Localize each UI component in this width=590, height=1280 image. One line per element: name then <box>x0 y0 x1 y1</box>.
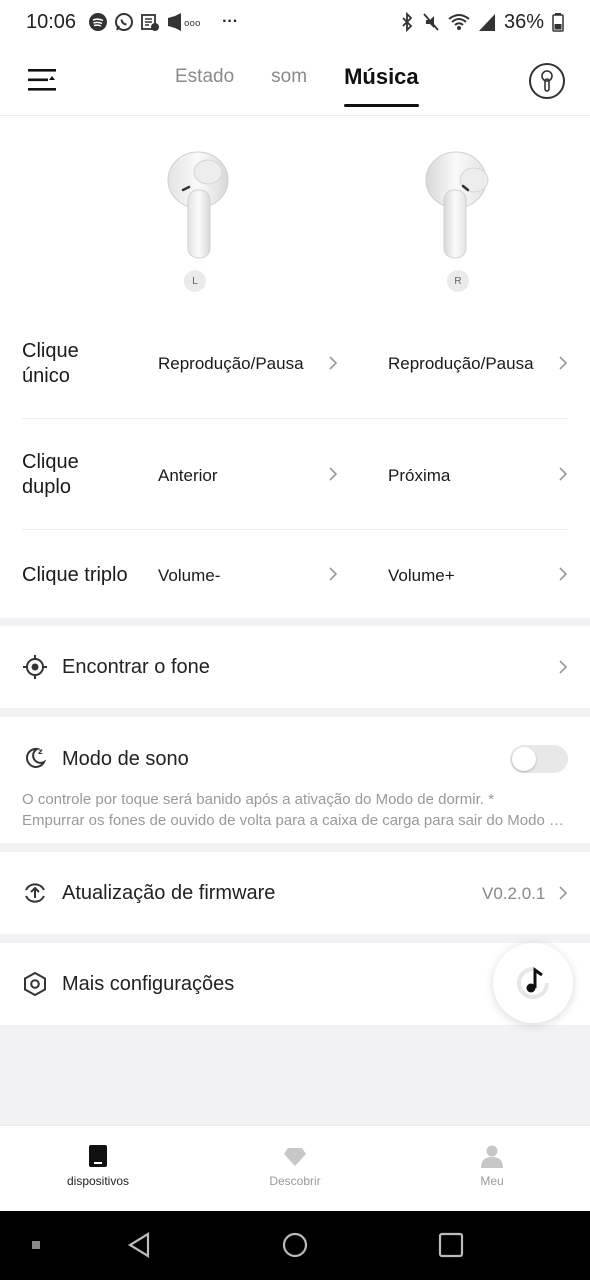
back-icon[interactable] <box>126 1231 152 1259</box>
firmware-upgrade-icon <box>25 883 45 903</box>
hexagon-settings-icon <box>24 971 46 997</box>
left-action-value[interactable]: Anterior <box>158 466 218 486</box>
music-player-float-button[interactable] <box>493 943 573 1023</box>
tab-musica[interactable]: Música <box>344 64 419 108</box>
right-action-value[interactable]: Próxima <box>388 466 450 486</box>
chevron-right-icon <box>559 660 568 674</box>
recents-dot-button[interactable] <box>32 1241 40 1249</box>
left-earbud-badge: L <box>184 270 206 292</box>
chevron-right-icon[interactable] <box>558 466 568 482</box>
menu-button[interactable] <box>28 66 58 94</box>
music-note-icon <box>517 967 549 999</box>
right-action-value[interactable]: Reprodução/Pausa <box>388 354 534 374</box>
svg-text:z: z <box>38 747 43 756</box>
more-settings-label: Mais configurações <box>62 973 235 995</box>
tab-bar: Estado som Música <box>175 64 419 110</box>
bottom-navigation: dispositivos Descobrir Meu <box>0 1125 590 1211</box>
device-icon <box>89 1145 107 1167</box>
menu-icon <box>28 69 56 91</box>
right-earbud-badge: R <box>447 270 469 292</box>
spotify-icon <box>89 13 108 31</box>
gesture-row-triple: Clique triplo Volume- Volume+ <box>22 530 568 616</box>
sleep-mode-description-line2: Empurrar os fones de ouvido de volta par… <box>22 812 570 829</box>
chevron-right-icon[interactable] <box>328 466 338 482</box>
right-action-value[interactable]: Volume+ <box>388 566 455 586</box>
home-icon[interactable] <box>281 1231 309 1259</box>
sleep-mode-description-line1: O controle por toque será banido após a … <box>22 791 494 808</box>
nav-devices-label: dispositivos <box>66 1174 130 1188</box>
megaphone-icon: ooo <box>168 13 201 31</box>
firmware-version: V0.2.0.1 <box>482 884 546 903</box>
left-action-value[interactable]: Volume- <box>158 566 220 586</box>
gesture-row-single: Clique único Reprodução/Pausa Reprodução… <box>22 309 568 419</box>
gesture-row-double: Clique duplo Anterior Próxima <box>22 420 568 530</box>
ellipsis-icon: ··· <box>222 13 239 30</box>
svg-text:ooo: ooo <box>184 19 201 29</box>
find-earphone-label: Encontrar o fone <box>62 656 210 678</box>
diamond-icon <box>284 1148 306 1166</box>
reader-icon <box>141 14 160 31</box>
chevron-right-icon <box>559 886 568 900</box>
find-earphone-row[interactable]: Encontrar o fone <box>0 626 590 708</box>
earbud-icon <box>541 70 553 92</box>
nav-me[interactable]: Meu <box>432 1144 552 1188</box>
sleep-mode-section: z Modo de sono O controle por toque será… <box>0 717 590 843</box>
overview-icon[interactable] <box>438 1231 464 1259</box>
firmware-update-row[interactable]: Atualização de firmware V0.2.0.1 <box>0 852 590 934</box>
header: Estado som Música <box>0 44 590 116</box>
wifi-icon <box>448 14 470 30</box>
left-earbud-image <box>156 150 236 260</box>
earbud-profile-button[interactable] <box>529 63 565 99</box>
system-navigation-bar <box>0 1211 590 1280</box>
chevron-right-icon[interactable] <box>558 355 568 371</box>
target-icon <box>23 655 47 679</box>
right-earbud-image <box>418 150 498 260</box>
chevron-right-icon[interactable] <box>328 355 338 371</box>
tab-estado[interactable]: Estado <box>175 66 234 110</box>
tab-som[interactable]: som <box>271 66 307 110</box>
gesture-name: Clique único <box>22 340 79 387</box>
nav-discover[interactable]: Descobrir <box>235 1144 355 1188</box>
status-time: 10:06 <box>26 10 77 33</box>
toggle-knob <box>512 747 536 771</box>
sleep-mode-label: Modo de sono <box>62 748 189 770</box>
moon-icon: z <box>25 747 47 768</box>
firmware-label: Atualização de firmware <box>62 882 276 904</box>
left-action-value[interactable]: Reprodução/Pausa <box>158 354 304 374</box>
gesture-name: Clique duplo <box>22 451 79 498</box>
battery-percent: 36% <box>503 10 544 33</box>
mute-icon <box>423 13 439 31</box>
chevron-right-icon[interactable] <box>328 566 338 582</box>
nav-devices[interactable]: dispositivos <box>38 1144 158 1188</box>
sleep-mode-description: O controle por toque será banido após a … <box>22 789 570 831</box>
signal-icon <box>478 14 495 31</box>
gesture-name: Clique triplo <box>22 564 128 586</box>
battery-icon <box>552 13 564 32</box>
bluetooth-icon <box>402 12 413 32</box>
nav-me-label: Meu <box>480 1174 504 1188</box>
nav-discover-label: Descobrir <box>269 1174 321 1188</box>
status-bar: 10:06 ooo ··· 36% <box>0 0 590 44</box>
sleep-mode-toggle[interactable] <box>510 745 568 773</box>
whatsapp-icon <box>115 13 134 31</box>
person-icon <box>481 1145 503 1168</box>
chevron-right-icon[interactable] <box>558 566 568 582</box>
